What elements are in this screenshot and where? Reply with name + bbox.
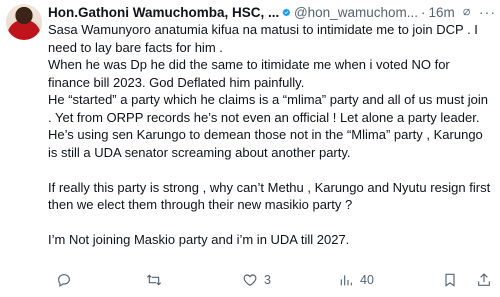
like-icon: [243, 274, 257, 286]
reply-icon: [58, 274, 70, 288]
share-button[interactable]: [476, 272, 492, 288]
tweet-paragraph: I’m Not joining Maskio party and i’m in …: [48, 232, 350, 247]
display-name[interactable]: Hon.Gathoni Wamuchomba, HSC, ...: [48, 5, 279, 20]
action-bar: 3 40: [48, 270, 496, 290]
repost-icon: [146, 274, 162, 286]
share-icon: [478, 273, 490, 286]
repost-button[interactable]: [146, 272, 168, 288]
bookmark-icon: [445, 273, 455, 287]
tweet-paragraph: When he was Dp he did the same to itimid…: [48, 57, 450, 90]
tweet-paragraph: Sasa Wamunyoro anatumia kifua na matusi …: [48, 22, 478, 55]
tweet-paragraph: If really this party is strong , why can…: [48, 179, 491, 213]
tweet-header: Hon.Gathoni Wamuchomba, HSC, ... @hon_wa…: [48, 3, 496, 21]
timestamp[interactable]: 16m: [428, 5, 454, 20]
views-button[interactable]: 40: [338, 272, 374, 288]
tweet-paragraph: He “started” a party which he claims is …: [48, 92, 488, 125]
reply-button[interactable]: [56, 272, 78, 288]
more-icon[interactable]: ···: [479, 4, 496, 20]
views-icon: [340, 275, 352, 286]
separator-dot: ·: [420, 4, 426, 20]
views-count: 40: [360, 273, 374, 287]
tweet-text: Sasa Wamunyoro anatumia kifua na matusi …: [48, 21, 494, 249]
verified-badge-icon: [282, 8, 291, 16]
like-count: 3: [264, 273, 271, 287]
like-button[interactable]: 3: [242, 272, 271, 288]
avatar[interactable]: [6, 4, 42, 40]
handle[interactable]: @hon_wamuchom...: [294, 5, 418, 20]
grok-icon[interactable]: [462, 4, 471, 20]
bookmark-button[interactable]: [442, 272, 458, 288]
tweet-paragraph: He’s using sen Karungo to demean those n…: [48, 127, 483, 160]
